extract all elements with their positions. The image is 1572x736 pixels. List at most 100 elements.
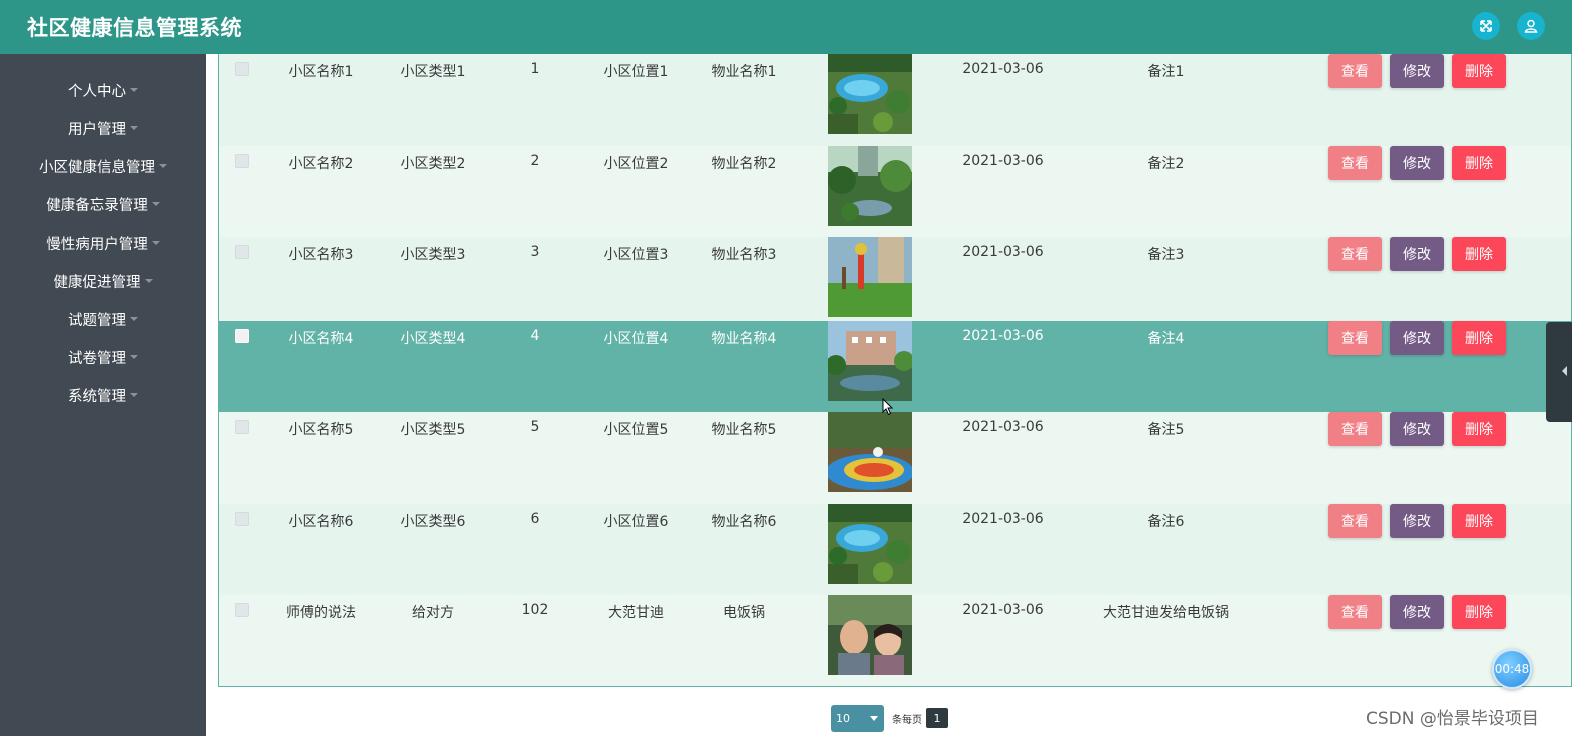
cell-name: 师傅的说法	[286, 605, 356, 621]
cell-number: 102	[521, 602, 549, 618]
page-button-current[interactable]: 1	[926, 708, 948, 728]
sidebar-item-questions[interactable]: 试题管理	[0, 304, 206, 334]
per-page-label: 条每页	[892, 714, 922, 726]
edit-button[interactable]: 修改	[1390, 412, 1444, 446]
cell-name: 小区名称2	[288, 155, 354, 172]
sidebar-item-community-health[interactable]: 小区健康信息管理	[0, 151, 206, 181]
sidebar-item-chronic-users[interactable]: 慢性病用户管理	[0, 228, 206, 258]
cell-remark: 备注4	[1147, 330, 1185, 347]
sidebar-item-system[interactable]: 系统管理	[0, 380, 206, 410]
edit-button[interactable]: 修改	[1390, 595, 1444, 629]
edit-button[interactable]: 修改	[1390, 320, 1444, 355]
sidebar-item-papers[interactable]: 试卷管理	[0, 342, 206, 372]
view-button[interactable]: 查看	[1328, 595, 1382, 629]
cell-name: 小区名称3	[288, 247, 354, 263]
chevron-left-icon	[1562, 366, 1567, 376]
cell-type: 小区类型3	[400, 247, 466, 263]
recording-timer[interactable]: 00:48	[1492, 649, 1532, 689]
edit-button[interactable]: 修改	[1390, 145, 1444, 180]
cell-property: 物业名称2	[711, 155, 777, 172]
cell-date: 2021-03-06	[962, 327, 1044, 344]
fullscreen-icon[interactable]	[1472, 12, 1500, 40]
cell-number: 1	[530, 61, 540, 77]
table-row-selected[interactable]: 小区名称4 小区类型4 4 小区位置4 物业名称4 2021-03-06 备注4…	[219, 320, 1571, 412]
sidebar-item-label: 试题管理	[68, 312, 126, 329]
row-checkbox[interactable]	[235, 603, 249, 617]
delete-button[interactable]: 删除	[1452, 54, 1506, 88]
row-checkbox[interactable]	[235, 511, 249, 526]
edit-button[interactable]: 修改	[1390, 54, 1444, 88]
sidebar: 个人中心 用户管理 小区健康信息管理 健康备忘录管理 慢性病用户管理 健康促进管…	[0, 54, 206, 736]
caret-down-icon	[159, 164, 167, 168]
community-photo	[828, 503, 912, 584]
table-row[interactable]: 小区名称3 小区类型3 3 小区位置3 物业名称3 2021-03-06 备注3…	[219, 237, 1571, 329]
community-photo	[828, 320, 912, 401]
chevron-down-icon	[870, 715, 878, 721]
sidebar-item-label: 小区健康信息管理	[39, 159, 155, 176]
sidebar-item-label: 慢性病用户管理	[46, 236, 148, 253]
cell-type: 小区类型6	[400, 513, 466, 530]
view-button[interactable]: 查看	[1328, 54, 1382, 88]
delete-button[interactable]: 删除	[1452, 412, 1506, 446]
page-size-select[interactable]: 10	[831, 704, 884, 732]
row-checkbox[interactable]	[235, 420, 249, 434]
view-button[interactable]: 查看	[1328, 503, 1382, 538]
edit-button[interactable]: 修改	[1390, 503, 1444, 538]
delete-button[interactable]: 删除	[1452, 145, 1506, 180]
caret-down-icon	[144, 279, 153, 283]
table-row[interactable]: 小区名称5 小区类型5 5 小区位置5 物业名称5 2021-03-06 备注5…	[219, 412, 1571, 504]
cell-property: 物业名称4	[711, 330, 777, 347]
cell-location: 小区位置3	[603, 247, 669, 263]
cell-remark: 备注6	[1147, 513, 1185, 530]
table-row[interactable]: 师傅的说法 给对方 102 大范甘迪 电饭锅 2021-03-06 大范甘迪发给…	[219, 595, 1571, 686]
cell-type: 小区类型1	[400, 64, 466, 80]
caret-down-icon	[151, 241, 160, 245]
view-button[interactable]: 查看	[1328, 412, 1382, 446]
caret-down-icon	[130, 317, 138, 321]
cell-date: 2021-03-06	[962, 510, 1044, 527]
row-checkbox[interactable]	[235, 245, 249, 259]
view-button[interactable]: 查看	[1328, 320, 1382, 355]
table-row[interactable]: 小区名称1 小区类型1 1 小区位置1 物业名称1 2021-03-06 备注1…	[219, 54, 1571, 146]
sidebar-item-label: 健康备忘录管理	[46, 197, 148, 214]
delete-button[interactable]: 删除	[1452, 320, 1506, 355]
view-button[interactable]: 查看	[1328, 237, 1382, 271]
sidebar-item-personal-center[interactable]: 个人中心	[0, 75, 206, 105]
cell-remark: 备注1	[1147, 64, 1185, 80]
pagination: 10 条每页 1	[831, 704, 948, 732]
sidebar-item-health-promotion[interactable]: 健康促进管理	[0, 266, 206, 296]
user-icon[interactable]	[1517, 12, 1545, 40]
sidebar-item-label: 试卷管理	[68, 350, 126, 367]
caret-down-icon	[151, 202, 160, 206]
cell-location: 小区位置4	[603, 330, 669, 347]
sidebar-item-label: 系统管理	[68, 388, 126, 405]
delete-button[interactable]: 删除	[1452, 237, 1506, 271]
cell-name: 小区名称4	[288, 330, 354, 347]
cell-property: 物业名称5	[711, 422, 777, 438]
delete-button[interactable]: 删除	[1452, 503, 1506, 538]
table-row[interactable]: 小区名称2 小区类型2 2 小区位置2 物业名称2 2021-03-06 备注2…	[219, 145, 1571, 237]
cell-property: 物业名称1	[711, 64, 777, 80]
row-checkbox[interactable]	[235, 328, 249, 343]
edit-button[interactable]: 修改	[1390, 237, 1444, 271]
row-checkbox[interactable]	[235, 62, 249, 76]
cell-type: 小区类型5	[400, 422, 466, 438]
page-size-value: 10	[836, 711, 850, 725]
top-bar: 社区健康信息管理系统	[0, 0, 1572, 54]
cell-date: 2021-03-06	[962, 602, 1044, 618]
cell-location: 小区位置1	[603, 64, 669, 80]
cell-name: 小区名称6	[288, 513, 354, 530]
caret-down-icon	[130, 126, 138, 130]
view-button[interactable]: 查看	[1328, 145, 1382, 180]
watermark: CSDN @怡景毕设项目	[1366, 709, 1539, 729]
cell-remark: 备注3	[1147, 247, 1185, 263]
caret-down-icon	[130, 88, 138, 92]
side-drawer-toggle[interactable]	[1546, 322, 1572, 422]
delete-button[interactable]: 删除	[1452, 595, 1506, 629]
sidebar-item-label: 健康促进管理	[53, 274, 141, 291]
sidebar-item-user-management[interactable]: 用户管理	[0, 113, 206, 143]
sidebar-item-health-memo[interactable]: 健康备忘录管理	[0, 189, 206, 219]
table-row[interactable]: 小区名称6 小区类型6 6 小区位置6 物业名称6 2021-03-06 备注6…	[219, 503, 1571, 595]
row-checkbox[interactable]	[235, 153, 249, 168]
cell-date: 2021-03-06	[962, 152, 1044, 169]
